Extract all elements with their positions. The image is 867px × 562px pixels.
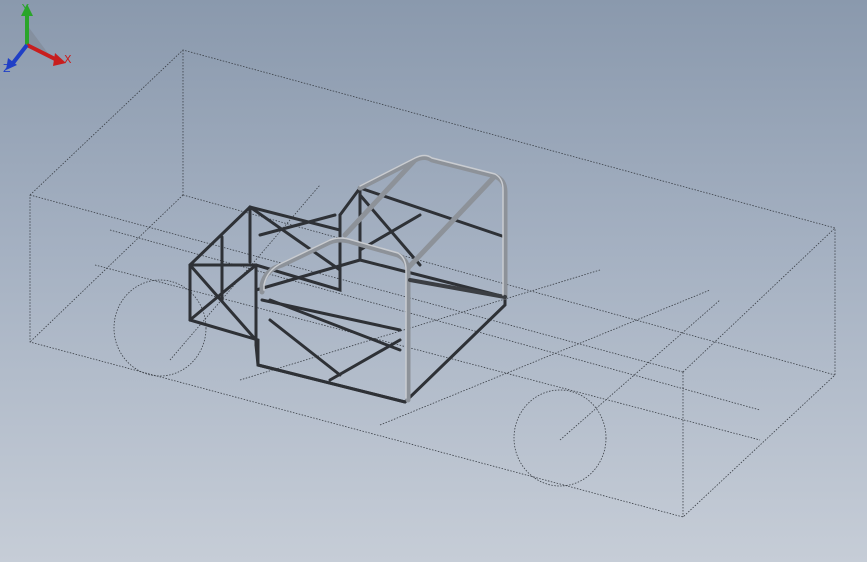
z-axis-arrow [11,43,29,65]
chassis-frame[interactable] [0,0,867,562]
graphics-viewport[interactable]: Y X Z [0,0,867,562]
y-axis-label: Y [21,2,29,15]
z-axis-label: Z [3,62,11,75]
x-axis-label: X [64,53,72,66]
reference-triad[interactable]: Y X Z [0,0,80,80]
